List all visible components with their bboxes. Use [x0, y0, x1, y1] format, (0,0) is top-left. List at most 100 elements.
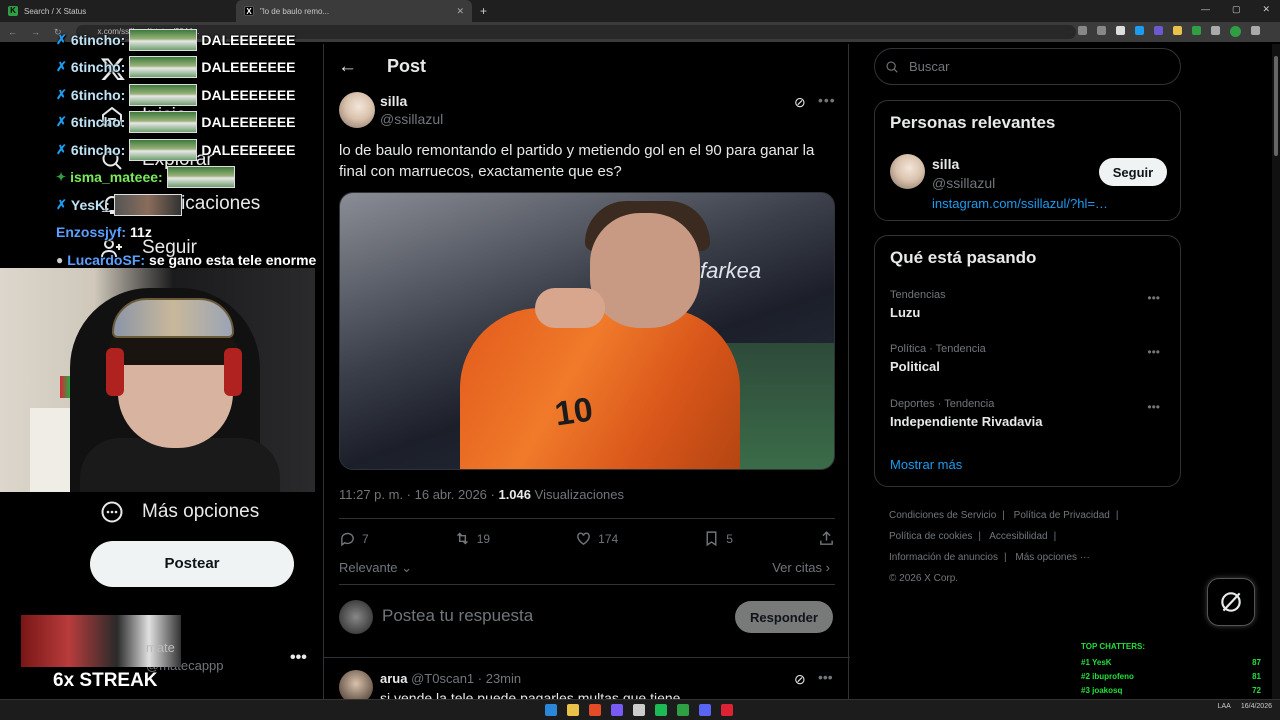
relevant-handle[interactable]: @ssillazul [932, 175, 995, 191]
chat-user: 6tincho: [70, 86, 126, 103]
relevant-name[interactable]: silla [932, 156, 959, 172]
emote-image [129, 138, 198, 161]
more-icon[interactable]: ••• [818, 669, 833, 685]
app-icon[interactable] [721, 704, 733, 716]
profile-avatar[interactable] [1230, 26, 1241, 37]
app-icon[interactable] [633, 704, 645, 716]
app-icon[interactable] [611, 704, 623, 716]
nav-more-options[interactable]: Más opciones [100, 500, 259, 524]
footer-link[interactable]: Accesibilidad [989, 531, 1047, 542]
show-more-link[interactable]: Mostrar más [890, 457, 962, 472]
star-icon[interactable] [1116, 26, 1125, 35]
reply-input[interactable]: Postea tu respuesta [382, 606, 533, 626]
forward-nav-icon[interactable]: → [31, 27, 40, 38]
main-column: ← Post silla @ssillazul ⊘ ••• lo de baul… [323, 44, 850, 720]
new-tab-button[interactable]: + [472, 4, 495, 18]
emote-image [113, 193, 182, 216]
post-actions: 7 19 174 5 [339, 530, 835, 547]
top-chatters-overlay: TOP CHATTERS: #1 YesK 87 #2 ibuprofeno 81 … [1078, 638, 1264, 698]
back-nav-icon[interactable]: ← [8, 27, 17, 38]
chrome-icon[interactable] [589, 704, 601, 716]
author-handle[interactable]: @ssillazul [380, 111, 443, 127]
footer-link[interactable]: Política de cookies [889, 531, 972, 542]
relevant-avatar[interactable] [890, 154, 925, 189]
nav-label: Más opciones [142, 501, 260, 522]
repost-action[interactable]: 19 [454, 530, 490, 547]
extension-icon[interactable] [1192, 26, 1201, 35]
footer-link[interactable]: Condiciones de Servicio [889, 510, 996, 521]
language-indicator[interactable]: LAA [1218, 703, 1231, 710]
bookmark-action[interactable]: 5 [703, 530, 733, 547]
puzzle-icon[interactable] [1211, 26, 1220, 35]
app-icon[interactable] [699, 704, 711, 716]
account-more-icon[interactable]: ••• [290, 649, 307, 667]
chat-user: isma_mateee: [70, 169, 163, 186]
extension-icon[interactable] [1173, 26, 1182, 35]
reply-action[interactable]: 7 [339, 530, 369, 547]
more-icon[interactable]: ••• [1147, 345, 1160, 359]
like-action[interactable]: 174 [575, 530, 618, 547]
more-icon[interactable]: ••• [818, 92, 836, 108]
clock[interactable]: 16/4/2026 [1241, 703, 1272, 710]
grok-icon [1221, 592, 1241, 612]
cast-icon[interactable] [1097, 26, 1106, 35]
grok-icon[interactable]: ⊘ [794, 94, 806, 111]
scrollbar-thumb[interactable] [1274, 56, 1278, 156]
grok-icon[interactable]: ⊘ [794, 671, 806, 688]
more-icon[interactable]: ••• [1147, 400, 1160, 414]
chat-user: 6tincho: [70, 141, 126, 158]
verified-badge-icon: ✗ [56, 196, 67, 212]
page-title: Post [387, 56, 427, 76]
views-count: 1.046 [498, 487, 532, 502]
author-name[interactable]: silla [380, 93, 407, 109]
menu-icon[interactable] [1251, 26, 1260, 35]
grok-button[interactable] [1207, 578, 1255, 626]
media-face [590, 213, 700, 328]
stream-chat-overlay: ✗ 6tincho: DALEEEEEEE ✗ 6tincho: DALEEEEEEE … [56, 26, 324, 274]
trend-item[interactable]: Tendencias Luzu ••• [890, 289, 1170, 320]
window-controls: — ▢ ✕ [1201, 4, 1270, 15]
top-chatters-title: TOP CHATTERS: [1081, 642, 1146, 651]
close-window-icon[interactable]: ✕ [1262, 4, 1270, 15]
close-tab-icon[interactable]: ✕ [456, 6, 464, 17]
comment-handle[interactable]: @T0scan1 [411, 671, 474, 686]
zoom-icon[interactable] [1078, 26, 1087, 35]
chatter-count: 87 [1252, 658, 1261, 667]
footer-link[interactable]: Política de Privacidad [1014, 510, 1110, 521]
maximize-icon[interactable]: ▢ [1232, 4, 1241, 15]
search-field[interactable]: Buscar [874, 48, 1181, 85]
relevant-people-card: Personas relevantes silla @ssillazul ins… [874, 100, 1181, 221]
sort-dropdown[interactable]: Relevante ⌄ [339, 560, 412, 576]
windows-start-icon[interactable] [545, 704, 557, 716]
verified-badge-icon: ✗ [56, 86, 67, 102]
post-button[interactable]: Postear [90, 541, 294, 587]
view-quotes-link[interactable]: Ver citas › [772, 560, 830, 575]
tab-title: Search / X Status [24, 6, 87, 16]
chat-line: ✗ 6tincho: DALEEEEEEE [56, 26, 324, 54]
browser-tab[interactable]: K Search / X Status [0, 0, 236, 22]
author-avatar[interactable] [339, 92, 375, 128]
kick-icon[interactable] [677, 704, 689, 716]
relevant-link[interactable]: instagram.com/ssillazul/?hl=… [932, 196, 1108, 211]
scrollbar[interactable] [1272, 44, 1280, 699]
spotify-icon[interactable] [655, 704, 667, 716]
extension-icon[interactable] [1135, 26, 1144, 35]
share-action[interactable] [818, 530, 835, 547]
comment-author[interactable]: arua [380, 671, 407, 686]
follow-button[interactable]: Seguir [1099, 158, 1167, 186]
post-time[interactable]: 11:27 p. m. · 16 abr. 2026 · [339, 487, 498, 502]
reply-button[interactable]: Responder [735, 601, 833, 633]
more-icon[interactable]: ••• [1147, 291, 1160, 305]
footer-link[interactable]: Información de anuncios [889, 552, 998, 563]
browser-tab-active[interactable]: X "lo de baulo remo... ✕ [236, 0, 472, 22]
file-explorer-icon[interactable] [567, 704, 579, 716]
extension-icon[interactable] [1154, 26, 1163, 35]
footer-link[interactable]: Más opciones ··· [1015, 552, 1089, 563]
post-media[interactable]: farkea 10 [339, 192, 835, 470]
trend-item[interactable]: Política · Tendencia Political ••• [890, 343, 1170, 374]
minimize-icon[interactable]: — [1201, 4, 1210, 15]
media-jersey-number: 10 [552, 390, 596, 434]
trend-item[interactable]: Deportes · Tendencia Independiente Rivad… [890, 398, 1170, 429]
trend-name: Political [890, 359, 940, 374]
back-arrow-icon[interactable]: ← [338, 56, 357, 78]
